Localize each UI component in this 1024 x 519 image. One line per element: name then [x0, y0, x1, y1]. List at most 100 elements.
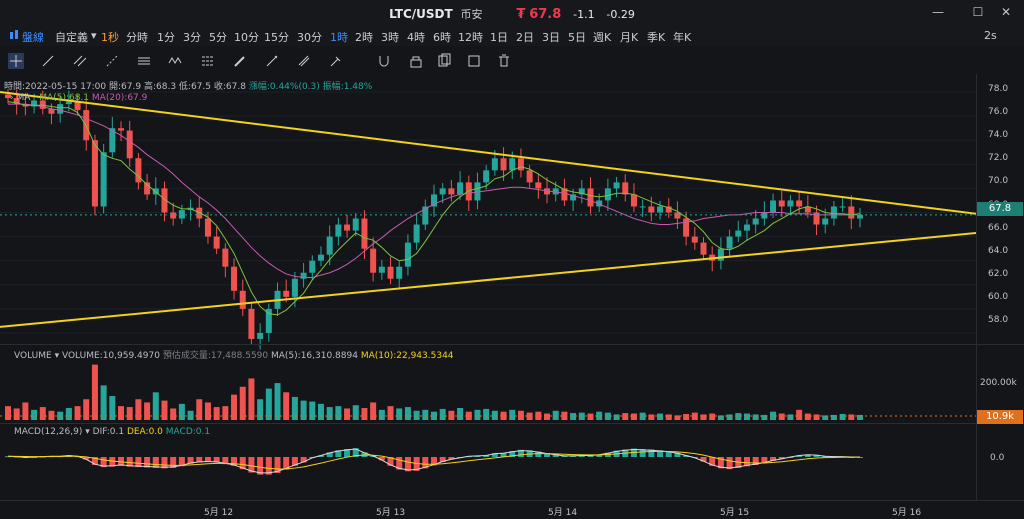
trendline-lower — [0, 231, 976, 328]
candle-body — [735, 230, 742, 237]
macd-dif: DIF:0.1 — [92, 427, 125, 437]
candle-body — [752, 218, 759, 225]
chevron-down-icon[interactable]: ▾ — [91, 29, 97, 42]
volume-bar — [213, 407, 220, 420]
volume-bar — [787, 414, 794, 420]
volume-bar — [100, 385, 107, 420]
volume-bar — [300, 400, 307, 420]
volume-bar — [387, 406, 394, 420]
volume-bar — [344, 408, 351, 420]
candle-chart-icon[interactable] — [8, 29, 20, 44]
info-high: 高:68.3 — [143, 82, 177, 92]
volume-bar — [204, 402, 211, 420]
candle-body — [439, 188, 446, 195]
volume-bar — [474, 409, 481, 420]
timeframe-4[interactable]: 5分 — [209, 29, 227, 45]
volume-bar — [126, 407, 133, 420]
volume-ma5: MA(5):16,310.8894 — [271, 351, 358, 361]
volume-bar — [196, 399, 203, 420]
candle-body — [317, 254, 324, 261]
symbol-name: LTC/USDT — [389, 7, 453, 21]
candle-body — [796, 200, 803, 207]
volume-bar — [48, 410, 55, 420]
candle-body — [352, 218, 359, 231]
volume-bar — [83, 399, 90, 420]
volume-bar — [517, 410, 524, 420]
volume-dropdown-icon[interactable]: ▾ — [55, 351, 60, 361]
candle-body — [648, 206, 655, 213]
maximize-icon[interactable]: ☐ — [970, 5, 986, 19]
playback-speed[interactable]: 2s — [984, 29, 997, 42]
info-open: 開:67.9 — [109, 82, 142, 92]
candle-body — [787, 200, 794, 207]
candle-body — [378, 266, 385, 273]
volume-bar — [13, 408, 20, 420]
timeframe-1[interactable]: 分時 — [126, 29, 148, 45]
volume-bar — [509, 409, 516, 420]
volume-bar — [700, 414, 707, 420]
volume-bar — [778, 413, 785, 420]
timeframe-9[interactable]: 2時 — [355, 29, 373, 45]
volume-bar — [839, 414, 846, 420]
info-change: 漲幅:0.44%(0.3) — [248, 82, 320, 92]
volume-bar — [22, 402, 29, 420]
custom-button[interactable]: 自定義 — [55, 29, 88, 45]
timeframe-20[interactable]: 季K — [647, 29, 665, 45]
candle-body — [231, 266, 238, 291]
candle-body — [309, 260, 316, 273]
timeframe-5[interactable]: 10分 — [234, 29, 259, 45]
timeframe-0[interactable]: 1秒 — [101, 29, 119, 45]
volume-bar — [735, 413, 742, 420]
info-amplitude: 振幅:1.48% — [322, 82, 373, 92]
volume-bar — [5, 406, 11, 420]
volume-bar — [552, 410, 559, 420]
timeframe-21[interactable]: 年K — [673, 29, 691, 45]
candle-body — [222, 248, 229, 267]
volume-forecast: 預估成交量:17,488.5590 — [162, 351, 269, 361]
timeframe-17[interactable]: 5日 — [568, 29, 586, 45]
close-icon[interactable]: ✕ — [998, 5, 1014, 19]
candle-body — [674, 212, 681, 219]
volume-bar — [483, 408, 490, 420]
volume-bar — [491, 410, 498, 420]
macd-dropdown-icon[interactable]: ▾ — [85, 427, 90, 437]
volume-bar — [361, 408, 368, 420]
candle-body — [213, 236, 220, 249]
timeframe-15[interactable]: 2日 — [516, 29, 534, 45]
volume-bar — [448, 410, 455, 420]
timeframe-3[interactable]: 3分 — [183, 29, 201, 45]
volume-bar — [187, 410, 194, 420]
timeframe-14[interactable]: 1日 — [490, 29, 508, 45]
candle-body — [509, 158, 516, 171]
info-low: 低:67.5 — [178, 82, 211, 92]
volume-bar — [39, 407, 46, 420]
price-tick: 58.0 — [988, 315, 1009, 325]
candle-body — [248, 308, 255, 339]
timeframe-13[interactable]: 12時 — [458, 29, 483, 45]
line-mode-button[interactable]: 盤線 — [22, 29, 44, 45]
volume-bar — [404, 407, 411, 420]
timeframe-12[interactable]: 6時 — [433, 29, 451, 45]
volume-ma10: MA(10):22,943.5344 — [360, 351, 454, 361]
ticker-header: LTC/USDT 币安 ₮ 67.8 -1.1 -0.29 — [0, 6, 1024, 22]
ma-chevron-icon[interactable]: › — [10, 93, 14, 103]
volume-bar — [630, 413, 637, 420]
volume-axis-label: 200.00k — [980, 378, 1017, 388]
timeframe-16[interactable]: 3日 — [542, 29, 560, 45]
timeframe-11[interactable]: 4時 — [407, 29, 425, 45]
timeframe-2[interactable]: 1分 — [157, 29, 175, 45]
timeframe-7[interactable]: 30分 — [297, 29, 322, 45]
timeframe-18[interactable]: 週K — [593, 29, 611, 45]
minimize-icon[interactable]: — — [930, 5, 946, 19]
volume-bar — [752, 414, 759, 420]
ma5-value: MA(5):68.1 — [39, 93, 90, 103]
timeframe-10[interactable]: 3時 — [381, 29, 399, 45]
volume-bar — [335, 406, 342, 420]
timeframe-19[interactable]: 月K — [620, 29, 638, 45]
timeframe-6[interactable]: 15分 — [264, 29, 289, 45]
timeframe-8[interactable]: 1時 — [330, 29, 348, 45]
candle-body — [639, 206, 646, 208]
volume-bar — [309, 401, 316, 420]
candle-body — [691, 236, 698, 243]
date-tick: 5月 15 — [720, 508, 750, 518]
